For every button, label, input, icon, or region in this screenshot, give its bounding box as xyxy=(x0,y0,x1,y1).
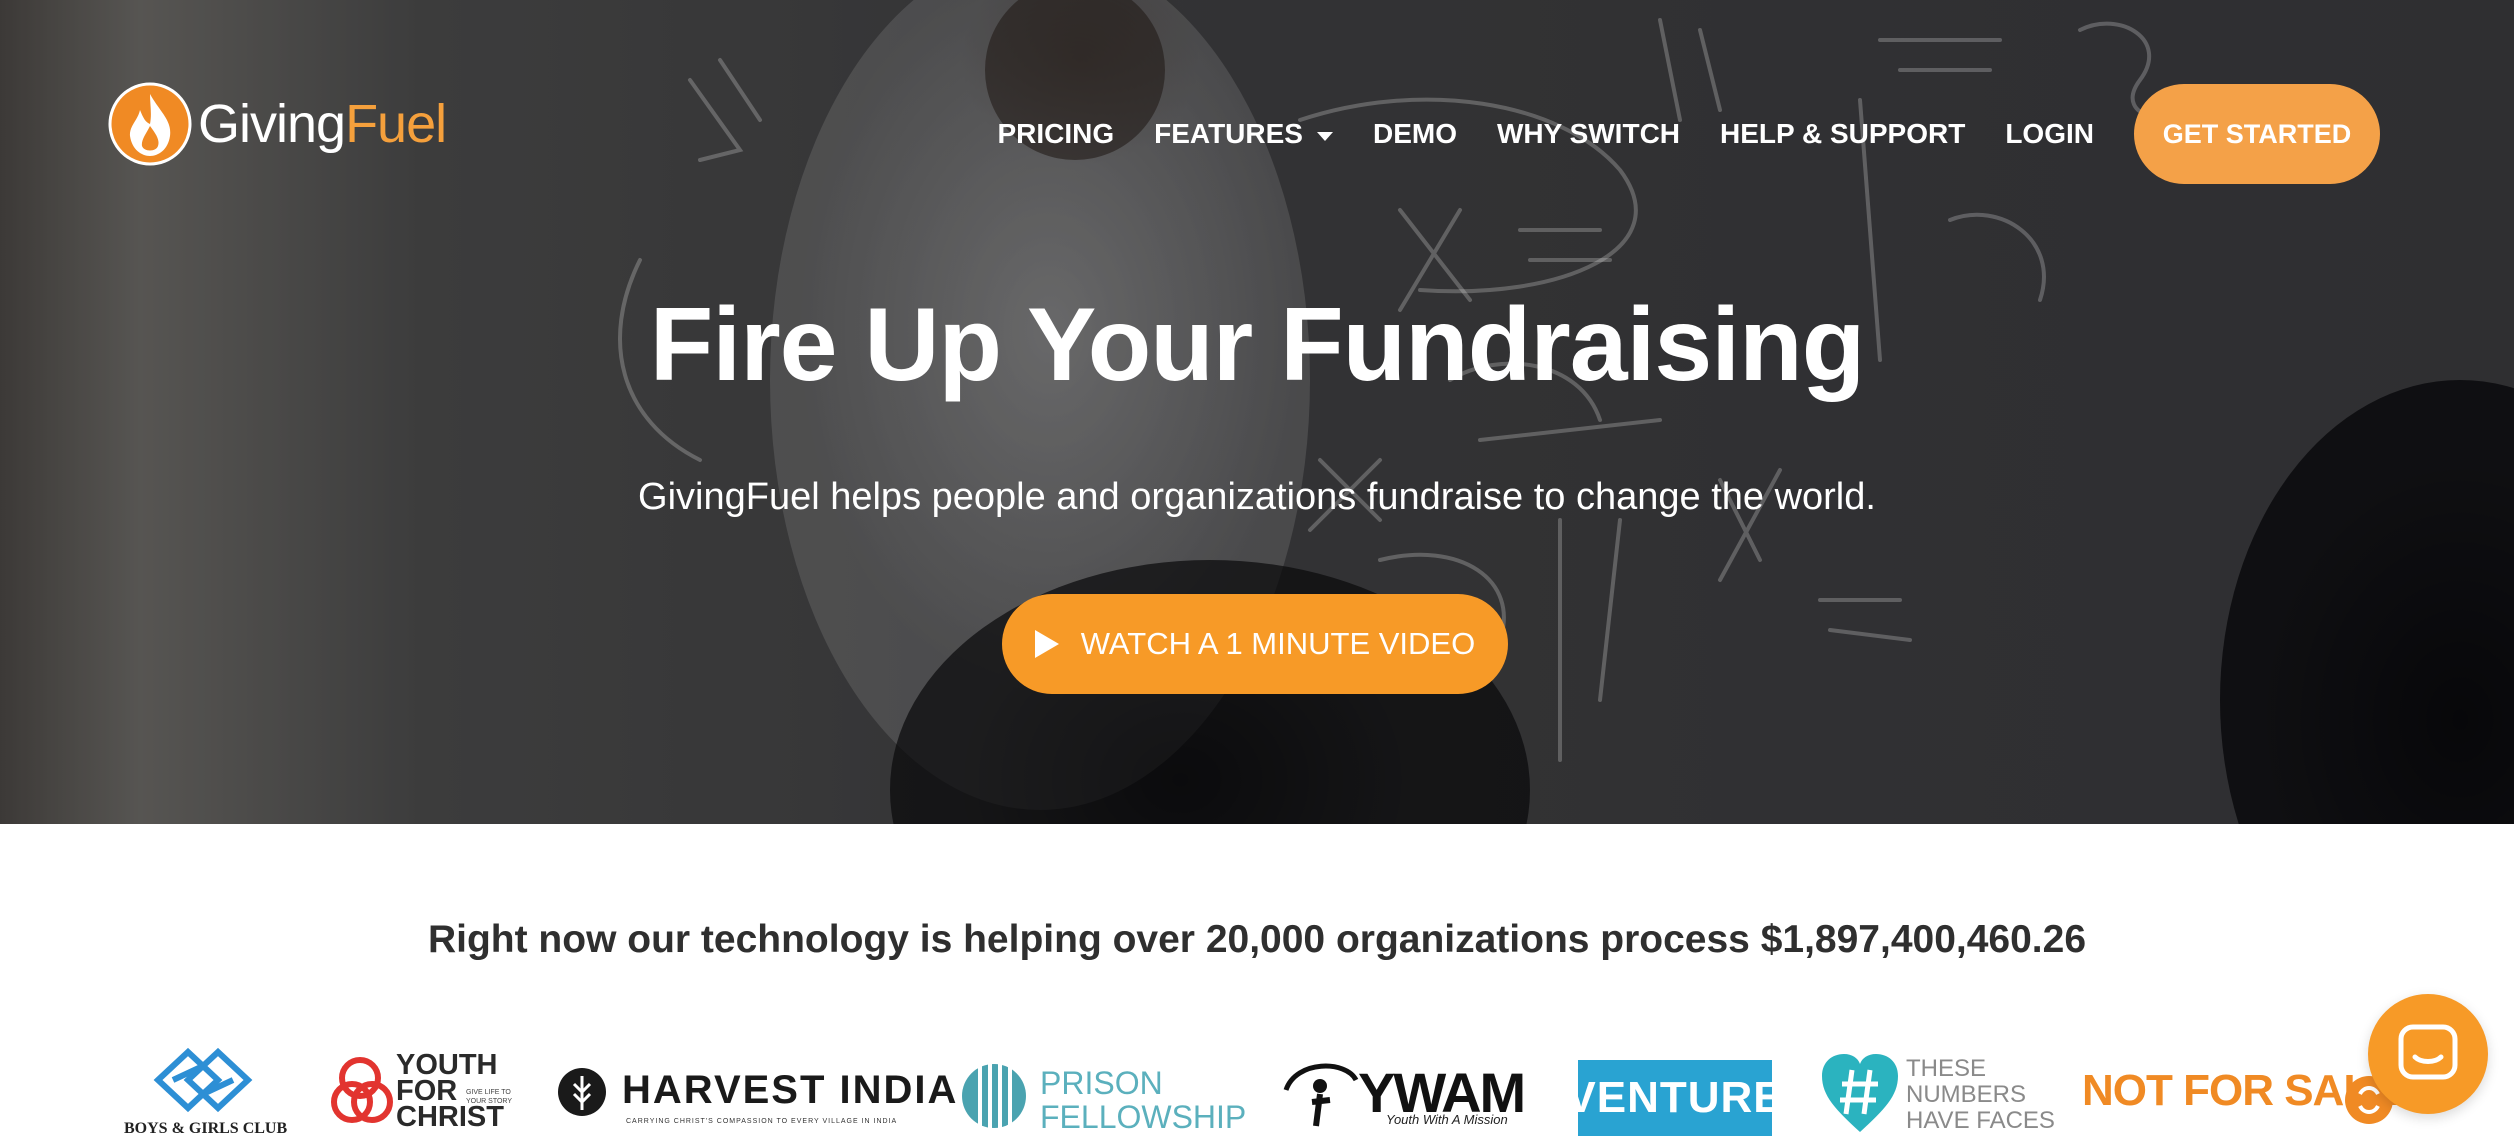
numbers-line2: NUMBERS xyxy=(1906,1081,2027,1108)
client-logos-strip: BOYS & GIRLS CLUB YOUTH FOR CHRIST GIVE … xyxy=(0,1040,2514,1137)
numbers-line3: HAVE FACES xyxy=(1906,1107,2055,1134)
caret-down-icon xyxy=(1316,131,1333,141)
venture-text: VENTURE xyxy=(1566,1073,1784,1122)
wheat-icon xyxy=(558,1068,606,1116)
stats-banner: Right now our technology is helping over… xyxy=(427,918,2087,961)
ywam-tagline: Youth With A Mission xyxy=(1386,1112,1508,1127)
venture-logo: VENTURE xyxy=(1566,1040,1783,1136)
nav-item-features[interactable]: FEATURES xyxy=(1154,118,1333,150)
get-started-button[interactable]: GET STARTED xyxy=(2134,84,2380,184)
prison-bars-icon xyxy=(962,1064,1026,1128)
prison-fellowship-line2: FELLOWSHIP xyxy=(1040,1099,1247,1135)
hero-subtitle: GivingFuel helps people and organization… xyxy=(638,476,1876,518)
brand-logo[interactable]: GivingFuel xyxy=(108,82,447,166)
yfc-line3: CHRIST xyxy=(396,1101,504,1133)
ywam-figure-icon xyxy=(1283,1063,1359,1127)
chat-launcher-button[interactable] xyxy=(2368,994,2488,1114)
brand-name-fuel: Fuel xyxy=(345,94,447,154)
yfc-rings-icon xyxy=(331,1057,393,1123)
nav-item-pricing[interactable]: PRICING xyxy=(997,118,1114,150)
nav-item-help-support[interactable]: HELP & SUPPORT xyxy=(1720,118,1965,150)
hero-section: GivingFuel PRICING FEATURES DEMO WHY SWI… xyxy=(0,0,2514,824)
brand-name: GivingFuel xyxy=(198,93,447,155)
harvest-india-tagline: CARRYING CHRIST'S COMPASSION TO EVERY VI… xyxy=(626,1118,898,1125)
nav-item-why-switch[interactable]: WHY SWITCH xyxy=(1497,118,1680,150)
boys-girls-club-text: BOYS & GIRLS CLUB xyxy=(124,1120,288,1137)
main-nav: PRICING FEATURES DEMO WHY SWITCH HELP & … xyxy=(957,84,2380,184)
not-for-sale-logo: NOT FOR SALE xyxy=(2082,1040,2400,1136)
flame-icon xyxy=(108,82,192,166)
brand-name-giving: Giving xyxy=(198,94,346,154)
watch-video-label: WATCH A 1 MINUTE VIDEO xyxy=(1080,626,1476,661)
prison-fellowship-line1: PRISON xyxy=(1040,1065,1163,1101)
ywam-logo: YWAM Youth With A Mission xyxy=(1276,1040,1526,1136)
harvest-india-logo: HARVEST INDIA CARRYING CHRIST'S COMPASSI… xyxy=(556,1040,956,1136)
boys-girls-club-logo: BOYS & GIRLS CLUB xyxy=(118,1040,312,1137)
nav-item-demo[interactable]: DEMO xyxy=(1373,118,1457,150)
these-numbers-have-faces-logo: THESE NUMBERS HAVE FACES xyxy=(1818,1040,2058,1136)
nav-item-login[interactable]: LOGIN xyxy=(2005,118,2094,150)
harvest-india-text: HARVEST INDIA xyxy=(622,1068,959,1112)
numbers-line1: THESE xyxy=(1906,1055,1987,1082)
youth-for-christ-logo: YOUTH FOR CHRIST GIVE LIFE TO YOUR STORY xyxy=(330,1040,530,1136)
hero-title: Fire Up Your Fundraising xyxy=(649,287,1865,403)
play-icon xyxy=(1034,630,1059,658)
yfc-tagline: GIVE LIFE TO YOUR STORY xyxy=(466,1089,513,1105)
watch-video-button[interactable]: WATCH A 1 MINUTE VIDEO xyxy=(1002,594,1508,694)
nav-item-features-label: FEATURES xyxy=(1154,118,1303,149)
prison-fellowship-logo: PRISON FELLOWSHIP xyxy=(960,1040,1246,1136)
heart-hash-icon xyxy=(1822,1054,1898,1132)
chat-icon xyxy=(2398,1024,2458,1080)
